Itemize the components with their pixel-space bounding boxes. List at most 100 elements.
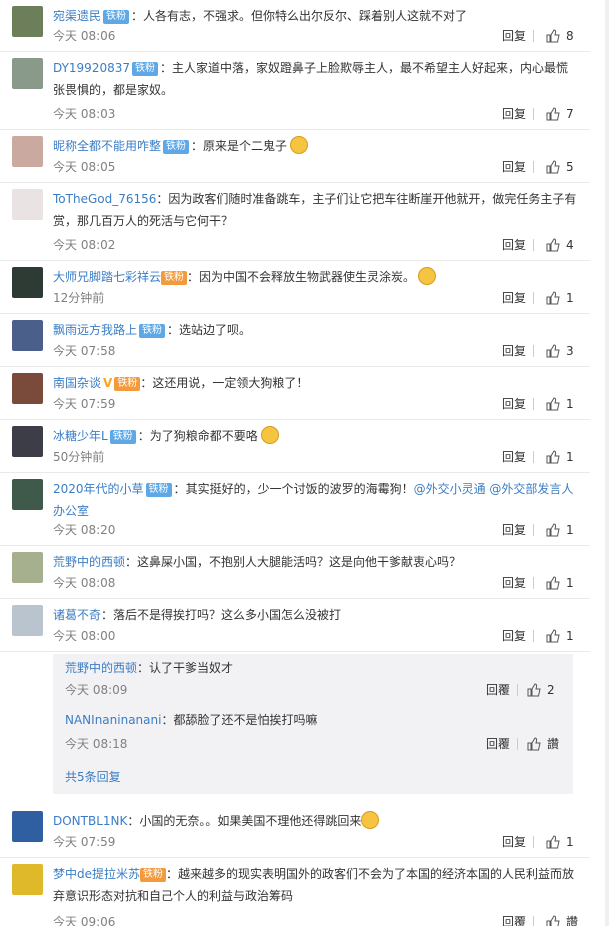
emoji-icon bbox=[361, 811, 380, 829]
like-button[interactable]: 2 bbox=[527, 680, 555, 700]
like-button[interactable]: 1 bbox=[546, 626, 574, 646]
avatar[interactable] bbox=[12, 864, 43, 895]
timestamp: 今天 09:06 bbox=[53, 915, 116, 926]
like-button[interactable]: 8 bbox=[546, 26, 574, 46]
like-button[interactable]: 1 bbox=[546, 394, 574, 414]
emoji-icon bbox=[260, 426, 279, 444]
thumbs-up-icon bbox=[546, 344, 560, 358]
comment-text: 因为中国不会释放生物武器使生灵涂炭。 bbox=[199, 270, 416, 284]
username-link[interactable]: 荒野中的西顿 bbox=[65, 661, 137, 675]
like-count: 3 bbox=[566, 344, 574, 358]
username-link[interactable]: DY19920837 bbox=[53, 61, 130, 75]
avatar[interactable] bbox=[12, 426, 43, 457]
fan-badge[interactable]: 铁粉 bbox=[109, 430, 136, 444]
reply-button[interactable]: 回复 bbox=[502, 104, 526, 124]
like-count: 2 bbox=[547, 683, 555, 697]
avatar[interactable] bbox=[12, 58, 43, 89]
thumbs-up-icon bbox=[546, 397, 560, 411]
like-button[interactable]: 讚 bbox=[546, 912, 578, 926]
fan-badge[interactable]: 铁粉 bbox=[145, 483, 172, 497]
comment-text: 原来是个二鬼子 bbox=[203, 139, 288, 153]
comment-item: 南国杂谈 V 铁粉 ：这还用说，一定领大狗粮了！ 今天 07:59 回复 1 bbox=[0, 367, 590, 420]
reply-button[interactable]: 回复 bbox=[502, 394, 526, 414]
avatar[interactable] bbox=[12, 320, 43, 351]
divider bbox=[533, 577, 534, 589]
reply-button[interactable]: 回复 bbox=[502, 832, 526, 852]
scrollbar[interactable] bbox=[605, 0, 609, 926]
divider bbox=[533, 345, 534, 357]
like-button[interactable]: 讚 bbox=[527, 734, 559, 754]
divider bbox=[533, 292, 534, 304]
avatar[interactable] bbox=[12, 605, 43, 636]
username-link[interactable]: NANInaninanani bbox=[65, 713, 161, 727]
fan-badge[interactable]: 铁粉 bbox=[103, 10, 130, 24]
reply-button[interactable]: 回复 bbox=[502, 447, 526, 467]
like-button[interactable]: 1 bbox=[546, 520, 574, 540]
fan-badge[interactable]: 铁粉 bbox=[139, 324, 166, 338]
username-link[interactable]: 荒野中的西顿 bbox=[53, 555, 125, 569]
avatar[interactable] bbox=[12, 189, 43, 220]
avatar[interactable] bbox=[12, 267, 43, 298]
comment-item: 宛渠遗民 铁粉 ：人各有志，不强求。但你特么出尔反尔、踩着别人这就不对了 今天 08:… bbox=[0, 0, 590, 52]
fan-badge-gold[interactable]: 铁粉 bbox=[114, 377, 141, 391]
reply-button[interactable]: 回复 bbox=[502, 520, 526, 540]
comment-body: 梦中de提拉米苏 铁粉 ：越来越多的现实表明国外的政客们不会为了本国的经济本国的人民… bbox=[53, 863, 578, 907]
avatar[interactable] bbox=[12, 479, 43, 510]
like-button[interactable]: 1 bbox=[546, 447, 574, 467]
like-button[interactable]: 7 bbox=[546, 104, 574, 124]
fan-badge-gold[interactable]: 铁粉 bbox=[161, 271, 188, 285]
comment-item: 冰糖少年L 铁粉 ：为了狗粮命都不要咯 50分钟前 回复 1 bbox=[0, 420, 590, 473]
more-replies-link[interactable]: 共5条回复 bbox=[65, 768, 121, 785]
username-link[interactable]: 飘雨远方我路上 bbox=[53, 323, 137, 337]
username-link[interactable]: 2020年代的小草 bbox=[53, 482, 144, 496]
timestamp: 今天 08:20 bbox=[53, 523, 116, 537]
reply-button[interactable]: 回复 bbox=[502, 626, 526, 646]
comment-body: 大师兄脚踏七彩祥云 铁粉 ：因为中国不会释放生物武器使生灵涂炭。 bbox=[53, 266, 578, 288]
like-count: 1 bbox=[566, 629, 574, 643]
comment-body: NANInaninanani：都舔脸了还不是怕挨打吗嘛 bbox=[65, 709, 561, 731]
username-link[interactable]: 大师兄脚踏七彩祥云 bbox=[53, 270, 161, 284]
reply-button[interactable]: 回复 bbox=[502, 341, 526, 361]
reply-button[interactable]: 回覆 bbox=[486, 680, 510, 700]
avatar[interactable] bbox=[12, 373, 43, 404]
reply-button[interactable]: 回复 bbox=[502, 288, 526, 308]
thumbs-up-icon bbox=[546, 835, 560, 849]
reply-button[interactable]: 回复 bbox=[502, 573, 526, 593]
like-button[interactable]: 1 bbox=[546, 832, 574, 852]
reply-button[interactable]: 回复 bbox=[502, 235, 526, 255]
sub-reply: 荒野中的西顿：认了干爹当奴才 今天 08:09 回覆 2 bbox=[53, 654, 573, 706]
timestamp: 今天 07:59 bbox=[53, 397, 116, 411]
username-link[interactable]: DONTBL1NK bbox=[53, 814, 127, 828]
username-link[interactable]: 冰糖少年L bbox=[53, 429, 108, 443]
like-button[interactable]: 1 bbox=[546, 288, 574, 308]
like-button[interactable]: 5 bbox=[546, 157, 574, 177]
username-link[interactable]: 宛渠遗民 bbox=[53, 9, 101, 23]
username-link[interactable]: 南国杂谈 bbox=[53, 376, 101, 390]
reply-button[interactable]: 回复 bbox=[502, 26, 526, 46]
fan-badge[interactable]: 铁粉 bbox=[132, 62, 158, 76]
username-link[interactable]: ToTheGod_76156 bbox=[53, 192, 156, 206]
reply-button[interactable]: 回覆 bbox=[502, 912, 526, 926]
avatar[interactable] bbox=[12, 811, 43, 842]
avatar[interactable] bbox=[12, 552, 43, 583]
comment-body: 2020年代的小草 铁粉 ：其实挺好的，少一个讨饭的波罗的海霉狗！@外交小灵通 @外… bbox=[53, 478, 578, 522]
like-button[interactable]: 3 bbox=[546, 341, 574, 361]
like-button[interactable]: 4 bbox=[546, 235, 574, 255]
colon-separator: ： bbox=[131, 9, 144, 23]
username-link[interactable]: 诸葛不奇 bbox=[53, 608, 101, 622]
like-button[interactable]: 1 bbox=[546, 573, 574, 593]
avatar[interactable] bbox=[12, 6, 43, 37]
fan-badge-gold[interactable]: 铁粉 bbox=[140, 868, 167, 882]
reply-button[interactable]: 回复 bbox=[502, 157, 526, 177]
divider bbox=[517, 684, 518, 696]
emoji-icon bbox=[290, 136, 309, 154]
avatar[interactable] bbox=[12, 136, 43, 167]
like-count: 1 bbox=[566, 523, 574, 537]
fan-badge[interactable]: 铁粉 bbox=[163, 140, 190, 154]
divider bbox=[517, 738, 518, 750]
username-link[interactable]: 昵称全都不能用咋整 bbox=[53, 139, 161, 153]
reply-button[interactable]: 回覆 bbox=[486, 734, 510, 754]
username-link[interactable]: 梦中de提拉米苏 bbox=[53, 867, 140, 881]
colon-separator: ： bbox=[127, 814, 140, 828]
comment-body: 荒野中的西顿：这鼻屎小国，不抱别人大腿能活吗？这是向他干爹献衷心吗？ bbox=[53, 551, 578, 573]
